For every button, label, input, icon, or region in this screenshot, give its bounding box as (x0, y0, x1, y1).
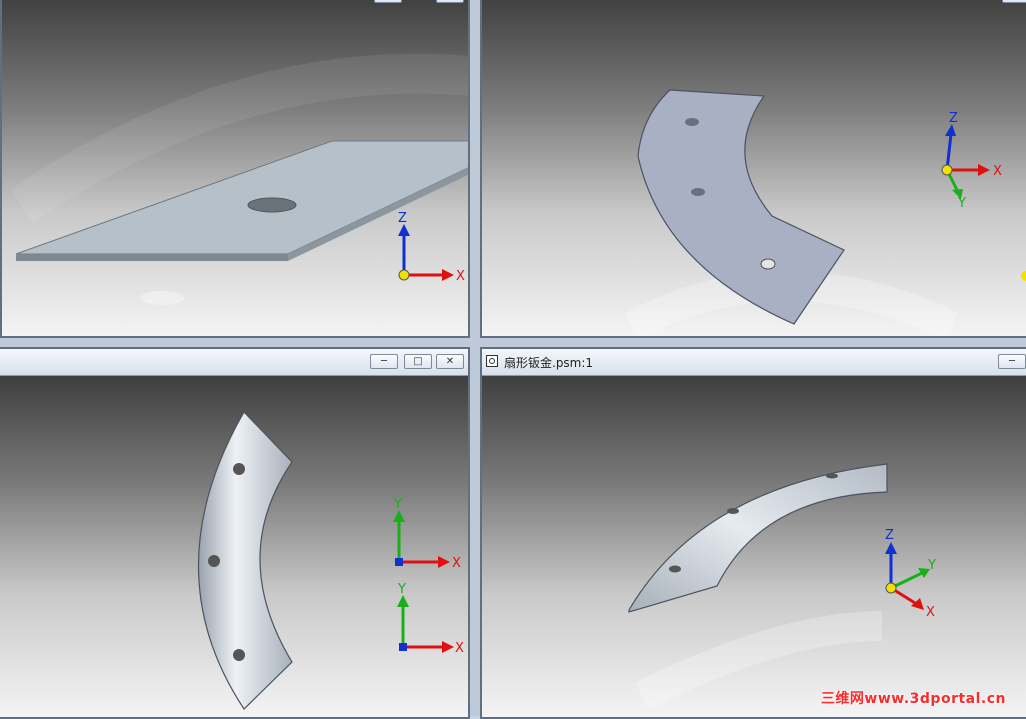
y-axis-label: Y (957, 196, 966, 211)
minimize-button[interactable]: ─ (1002, 0, 1026, 3)
coordinate-triad: Z Y X (885, 528, 936, 620)
model-scene: Z X (10, 53, 468, 305)
triad-origin-partial (1021, 271, 1026, 281)
minimize-button[interactable]: ─ (374, 0, 402, 3)
plate-edge (16, 254, 288, 261)
sector-hole (727, 508, 739, 514)
model-scene: Z Y X (628, 463, 936, 710)
hole-reflection (140, 291, 184, 305)
coordinate-triad: Y X (393, 497, 461, 571)
plate-hole (247, 197, 297, 213)
x-axis-label: X (926, 605, 935, 620)
x-axis-label: X (455, 641, 464, 656)
minimize-button[interactable]: ─ (998, 354, 1026, 369)
pane-titlebar[interactable]: 扇形钣金.psm:1 ─ (482, 349, 1026, 376)
pane-titlebar[interactable]: ─ □ ✕ (0, 349, 468, 376)
x-axis-label: X (452, 556, 461, 571)
coordinate-triad: Y X (397, 582, 464, 656)
part-document-icon (486, 355, 498, 367)
viewport-pane-bottom-left[interactable]: ─ □ ✕ Y X Y X (0, 347, 470, 719)
floor-reflection (635, 611, 883, 710)
sheet-metal-sector (628, 463, 888, 613)
viewport-pane-bottom-right[interactable]: 扇形钣金.psm:1 ─ Z Y X (480, 347, 1026, 719)
model-scene: Y X Y X (198, 411, 464, 710)
y-axis-label: Y (393, 497, 402, 512)
viewport-canvas[interactable]: Z X Y (482, 0, 1026, 336)
viewport-pane-top-left[interactable]: Z X ─ ✕ (0, 0, 470, 338)
sector-hole (233, 463, 245, 475)
sector-hole (669, 565, 681, 573)
y-axis-label: Y (397, 582, 406, 597)
sector-hole (685, 118, 699, 126)
model-scene: Z X Y (624, 89, 1026, 336)
z-axis-label: Z (398, 211, 407, 226)
close-button[interactable]: ✕ (436, 354, 464, 369)
minimize-button[interactable]: ─ (370, 354, 398, 369)
close-button[interactable]: ✕ (436, 0, 464, 3)
y-axis-label: Y (927, 558, 936, 573)
viewport-canvas[interactable]: Y X Y X (0, 376, 468, 717)
sector-hole (233, 649, 245, 661)
viewport-canvas[interactable]: Z Y X (482, 376, 1026, 717)
pane-title: 扇形钣金.psm:1 (504, 356, 594, 370)
sector-hole (691, 188, 705, 196)
x-axis-label: X (456, 269, 465, 284)
z-axis-label: Z (949, 111, 958, 126)
sheet-metal-sector (637, 89, 845, 325)
sector-hole (826, 473, 838, 479)
z-axis-label: Z (885, 528, 894, 543)
viewport-canvas[interactable]: Z X (2, 0, 468, 336)
sector-hole (760, 258, 776, 270)
sector-hole (208, 555, 220, 567)
watermark-text: 三维网www.3dportal.cn (820, 691, 1006, 707)
coordinate-triad: Z X Y (941, 111, 1002, 211)
restore-button[interactable]: □ (404, 354, 432, 369)
x-axis-label: X (993, 164, 1002, 179)
coordinate-triad: Z X (398, 211, 465, 284)
viewport-pane-top-right[interactable]: Z X Y ─ (480, 0, 1026, 338)
